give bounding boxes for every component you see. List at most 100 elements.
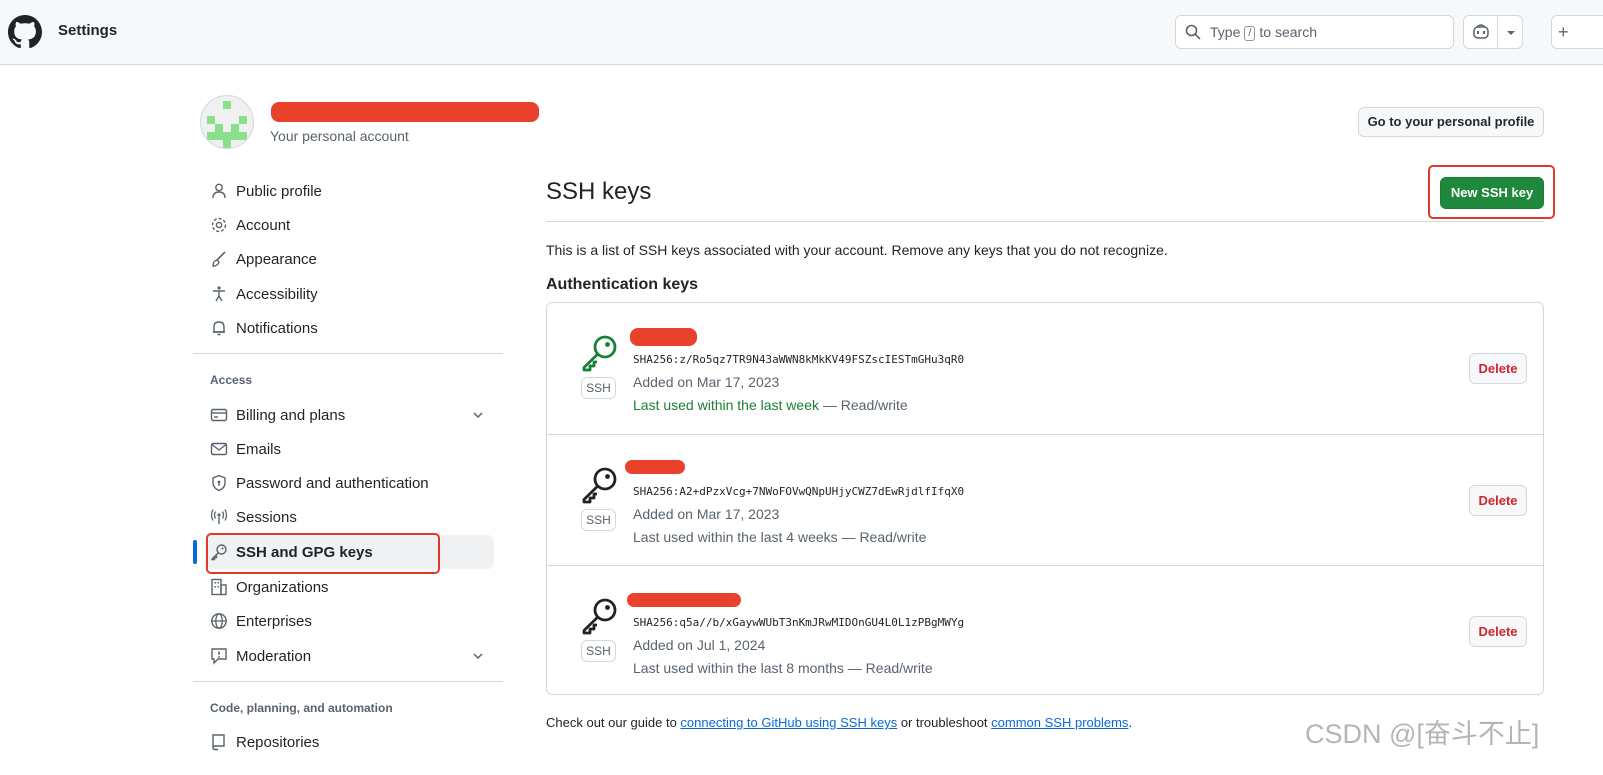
identicon-icon [207,101,247,148]
section-description: This is a list of SSH keys associated wi… [546,242,1168,258]
ssh-key-item: SSH SHA256:A2+dPzxVcg+7NWoFOVwQNpUHjyCWZ… [547,434,1543,565]
sidebar-item-moderation[interactable]: Moderation [210,640,494,672]
csdn-watermark: CSDN @[奋斗不止] [1305,719,1540,749]
repo-icon [212,734,225,751]
sidebar-item-label: Billing and plans [236,406,346,424]
annotation-highlight-ssh-gpg [206,533,440,574]
sidebar-heading-access: Access [210,373,253,387]
sidebar-item-public-profile[interactable]: Public profile [210,175,494,207]
section-divider [546,221,1544,222]
avatar[interactable] [200,95,254,149]
sidebar-item-billing[interactable]: Billing and plans [210,399,494,431]
sidebar-divider [193,353,503,354]
sidebar-item-label: Organizations [236,578,329,596]
report-icon [211,648,227,665]
search-icon [1185,24,1201,40]
sidebar-item-label: Appearance [236,250,317,268]
sidebar-item-label: Accessibility [236,285,318,303]
footer-middle: or troubleshoot [897,715,992,730]
sidebar-item-account[interactable]: Account [210,209,494,241]
key-access-level: — Read/write [819,397,908,413]
sidebar-divider [193,681,503,682]
github-logo-icon[interactable] [8,15,42,49]
sidebar-item-password[interactable]: Password and authentication [210,467,494,499]
ssh-guide-link[interactable]: connecting to GitHub using SSH keys [680,715,897,730]
section-title: SSH keys [546,178,652,205]
delete-key-button[interactable]: Delete [1469,485,1527,516]
caret-down-icon[interactable] [1506,29,1516,37]
create-new-button[interactable]: + [1551,15,1603,49]
annotation-highlight-new-key [1428,165,1555,219]
person-icon [212,183,226,199]
delete-key-button[interactable]: Delete [1469,616,1527,647]
sidebar-item-label: Public profile [236,182,322,200]
sidebar-item-label: Emails [236,440,282,458]
globe-icon [211,613,227,629]
key-access-level: — Read/write [837,529,927,545]
key-last-used: Last used within the last 8 months — Rea… [633,660,933,676]
key-access-level: — Read/write [843,660,933,676]
ssh-type-badge: SSH [581,640,616,662]
sidebar-item-label: Moderation [236,647,312,665]
sidebar-item-label: Repositories [236,733,320,751]
sidebar-item-organizations[interactable]: Organizations [210,571,494,603]
sidebar-item-accessibility[interactable]: Accessibility [210,278,494,310]
mail-icon [210,442,228,456]
sidebar-item-enterprises[interactable]: Enterprises [210,605,494,637]
sidebar-item-notifications[interactable]: Notifications [210,312,494,344]
copilot-icon [1473,24,1489,39]
sidebar-item-sessions[interactable]: Sessions [210,501,494,533]
ssh-type-badge: SSH [581,509,616,531]
active-item-indicator [193,540,197,564]
shield-lock-icon [212,474,226,492]
plus-icon: + [1558,22,1569,42]
ssh-troubleshoot-link[interactable]: common SSH problems [991,715,1128,730]
key-added-date: Added on Jul 1, 2024 [633,637,766,653]
key-icon [582,335,617,372]
page-title: Settings [58,22,118,39]
bell-icon [213,321,225,336]
key-added-date: Added on Mar 17, 2023 [633,374,780,390]
credit-card-icon [210,408,228,422]
key-last-used-text: Last used within the last week [633,397,819,413]
sidebar-item-appearance[interactable]: Appearance [210,243,494,275]
redacted-key-title [625,460,685,474]
sidebar-heading-code: Code, planning, and automation [210,701,393,715]
sidebar-item-emails[interactable]: Emails [210,433,494,465]
sidebar-item-label: Password and authentication [236,474,429,492]
chevron-down-icon[interactable] [472,409,484,421]
redacted-username [271,102,539,122]
redacted-key-title [630,328,697,346]
go-to-profile-button[interactable]: Go to your personal profile [1358,107,1544,137]
footer-prefix: Check out our guide to [546,715,681,730]
delete-key-button[interactable]: Delete [1469,353,1527,384]
search-placeholder: Type / to search [1210,24,1317,41]
ssh-key-item: SSH SHA256:q5a//b/xGaywWUbT3nKmJRwMIDOnG… [547,565,1543,696]
copilot-button[interactable] [1463,15,1523,49]
footer-suffix: . [1128,715,1133,730]
key-fingerprint: SHA256:A2+dPzxVcg+7NWoFOVwQNpUHjyCWZ7dEw… [633,485,965,498]
search-input[interactable]: Type / to search [1175,15,1454,49]
broadcast-icon [210,509,228,524]
top-header: Settings Type / to search + [0,0,1603,65]
account-subtitle: Your personal account [270,128,409,144]
search-placeholder-suffix: to search [1259,24,1318,40]
key-last-used: Last used within the last 4 weeks — Read… [633,529,926,545]
auth-keys-heading: Authentication keys [546,276,699,293]
sidebar-item-label: Enterprises [236,612,312,630]
key-last-used: Last used within the last week — Read/wr… [633,397,908,413]
sidebar-item-repositories[interactable]: Repositories [210,726,494,758]
key-fingerprint: SHA256:z/Ro5qz7TR9N43aWWN8kMkKV49FSZscIE… [633,353,965,366]
paintbrush-icon [212,251,226,267]
key-last-used-text: Last used within the last 4 weeks [633,529,838,545]
chevron-down-icon[interactable] [472,650,484,662]
gear-icon [211,217,227,233]
redacted-key-title [627,593,741,607]
sidebar-item-label: Notifications [236,319,318,337]
key-last-used-text: Last used within the last 8 months [633,660,844,676]
footer-help-text: Check out our guide to connecting to Git… [546,715,1132,730]
key-added-date: Added on Mar 17, 2023 [633,506,780,522]
ssh-type-badge: SSH [581,377,616,399]
accessibility-icon [213,286,225,302]
ssh-keys-list: SSH SHA256:z/Ro5qz7TR9N43aWWN8kMkKV49FSZ… [546,302,1544,695]
